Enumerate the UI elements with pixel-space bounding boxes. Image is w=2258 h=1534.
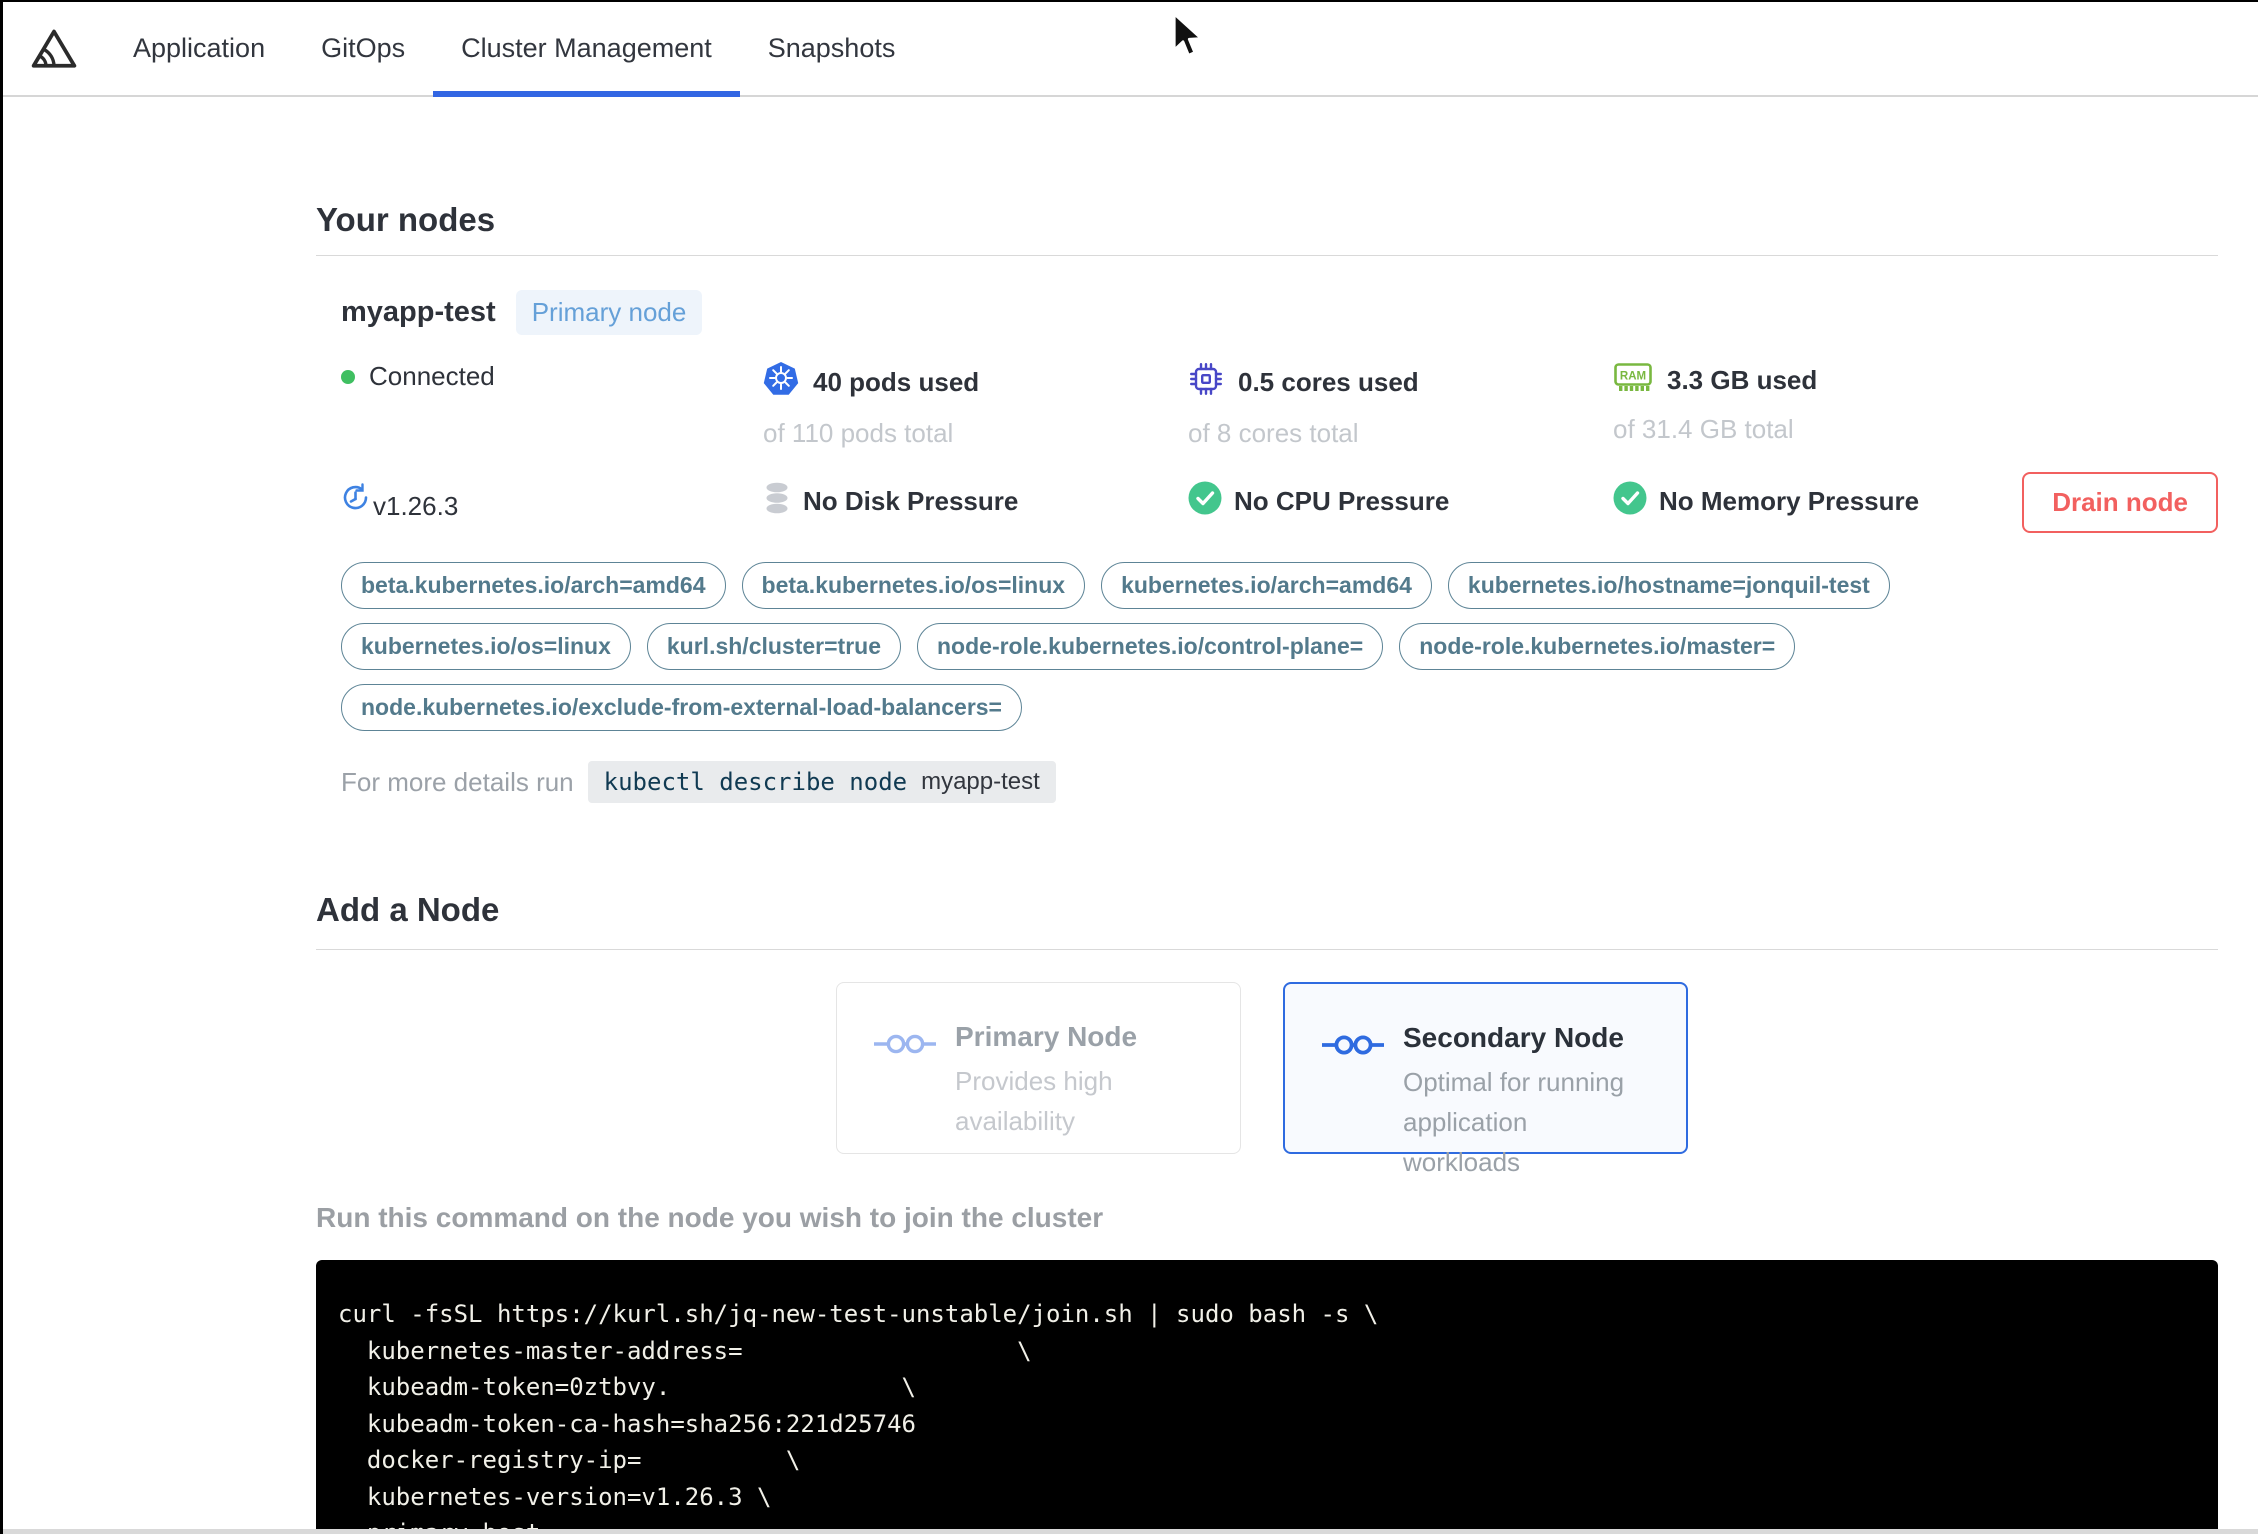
- command-line: kubernetes-master-address= \: [338, 1336, 1032, 1365]
- app-logo: [3, 2, 105, 95]
- command-line: curl -fsSL https://kurl.sh/jq-new-test-u…: [338, 1300, 1379, 1328]
- node-label-chip: beta.kubernetes.io/os=linux: [741, 562, 1086, 609]
- cores-used-value: 0.5 cores used: [1238, 367, 1419, 397]
- node-label-chip: kubernetes.io/hostname=jonquil-test: [1447, 562, 1890, 609]
- linked-nodes-icon: [1321, 1032, 1385, 1063]
- your-nodes-title: Your nodes: [316, 201, 496, 238]
- option-text: Primary Node Provides high availability: [955, 1021, 1197, 1141]
- command-line: kubeadm-token-ca-hash=sha256:221d25746: [338, 1409, 916, 1438]
- bottom-edge-strip: [3, 1529, 2258, 1534]
- check-circle-icon: [1188, 481, 1222, 522]
- version-icon: [341, 483, 371, 522]
- tab-cluster-management[interactable]: Cluster Management: [433, 2, 740, 97]
- connected-dot-icon: [341, 369, 355, 384]
- cores-stat: 0.5 cores used of 8 cores total: [1188, 361, 1613, 449]
- node-name: myapp-test: [341, 296, 496, 328]
- svg-text:RAM: RAM: [1620, 371, 1646, 383]
- cpu-pressure-condition: No CPU Pressure: [1188, 481, 1613, 522]
- tab-label: Application: [133, 33, 266, 63]
- node-label-chip: kubernetes.io/os=linux: [341, 623, 631, 670]
- logo-icon: [31, 29, 77, 68]
- node-label-chip: kubernetes.io/arch=amd64: [1101, 562, 1432, 609]
- option-title: Primary Node: [955, 1021, 1138, 1052]
- secondary-node-option[interactable]: Secondary Node Optimal for running appli…: [1283, 982, 1688, 1177]
- tab-label: GitOps: [321, 33, 406, 63]
- pods-stat: 40 pods used of 110 pods total: [763, 361, 1188, 449]
- tab-label: Snapshots: [767, 33, 896, 63]
- join-command-terminal: curl -fsSL https://kurl.sh/jq-new-test-u…: [316, 1260, 2218, 1534]
- kubectl-command: kubectl describe node: [603, 768, 908, 796]
- node-label-chip: node.kubernetes.io/exclude-from-external…: [341, 684, 1022, 731]
- section-divider: [316, 949, 2218, 950]
- primary-node-badge: Primary node: [515, 290, 703, 335]
- node-type-options: Primary Node Provides high availability …: [836, 982, 2218, 1177]
- node-label-chip: node-role.kubernetes.io/control-plane=: [917, 623, 1384, 670]
- disk-pressure-condition: No Disk Pressure: [763, 481, 1188, 522]
- memory-stat: RAM 3.3 GB used of 31.4 GB total: [1613, 361, 2218, 449]
- status-label: Connected: [369, 361, 495, 391]
- condition-label: No Memory Pressure: [1659, 486, 1920, 516]
- cpu-icon: [1188, 361, 1224, 404]
- node-card: myapp-test Primary node Connected 40 pod…: [316, 256, 2218, 803]
- option-title: Secondary Node: [1403, 1022, 1624, 1053]
- version-label: v1.26.3: [373, 491, 459, 521]
- memory-used-value: 3.3 GB used: [1667, 365, 1818, 395]
- option-description: Optimal for running application workload…: [1403, 1067, 1625, 1177]
- condition-label: No Disk Pressure: [803, 486, 1019, 516]
- command-line: kubeadm-token=0ztbvy. \: [338, 1373, 916, 1401]
- condition-label: No CPU Pressure: [1234, 486, 1450, 516]
- node-label-chip: beta.kubernetes.io/arch=amd64: [341, 562, 726, 609]
- primary-node-option[interactable]: Primary Node Provides high availability: [836, 982, 1241, 1154]
- drain-node-button[interactable]: Drain node: [2022, 472, 2218, 533]
- option-description: Provides high availability: [955, 1066, 1113, 1136]
- tab-gitops[interactable]: GitOps: [293, 2, 433, 95]
- disk-icon: [763, 481, 791, 522]
- nav-tabs: Application GitOps Cluster Management Sn…: [105, 2, 924, 97]
- command-line: docker-registry-ip= \: [338, 1446, 801, 1474]
- node-header: myapp-test Primary node: [341, 290, 2218, 335]
- tab-label: Cluster Management: [461, 33, 712, 63]
- cores-total: of 8 cores total: [1188, 418, 1359, 448]
- node-labels: beta.kubernetes.io/arch=amd64 beta.kuber…: [341, 562, 1901, 731]
- kubectl-command-node: myapp-test: [921, 768, 1040, 795]
- add-node-title: Add a Node: [316, 891, 500, 928]
- top-nav: Application GitOps Cluster Management Sn…: [3, 2, 2258, 97]
- kubernetes-icon: [763, 361, 799, 404]
- linked-nodes-icon: [873, 1031, 937, 1062]
- kubectl-command-chip: kubectl describe node myapp-test: [587, 761, 1056, 803]
- node-label-chip: kurl.sh/cluster=true: [646, 623, 901, 670]
- main-content: Your nodes myapp-test Primary node Conne…: [3, 201, 2218, 1534]
- node-status: Connected: [341, 361, 763, 449]
- command-line: kubernetes-version=v1.26.3 \: [338, 1482, 772, 1511]
- pods-used-value: 40 pods used: [813, 367, 980, 397]
- memory-total: of 31.4 GB total: [1613, 414, 1794, 444]
- pods-total: of 110 pods total: [763, 418, 954, 448]
- node-stats-row: Connected 40 pods used of 110 pods total…: [341, 361, 2218, 449]
- ram-icon: RAM: [1613, 361, 1653, 400]
- option-text: Secondary Node Optimal for running appli…: [1403, 1022, 1645, 1182]
- mouse-cursor-icon: [1166, 12, 1210, 67]
- node-label-chip: node-role.kubernetes.io/master=: [1399, 623, 1796, 670]
- node-conditions-row: v1.26.3 No Disk Pressure No CPU Pressure…: [341, 481, 2218, 522]
- tab-snapshots[interactable]: Snapshots: [740, 2, 924, 95]
- node-version: v1.26.3: [341, 481, 763, 522]
- node-details-hint: For more details run kubectl describe no…: [341, 761, 2218, 803]
- tab-application[interactable]: Application: [105, 2, 293, 95]
- details-prefix: For more details run: [341, 766, 574, 797]
- check-circle-icon: [1613, 481, 1647, 522]
- admin-console-page: Application GitOps Cluster Management Sn…: [0, 0, 2258, 1534]
- join-instruction: Run this command on the node you wish to…: [316, 1202, 1104, 1233]
